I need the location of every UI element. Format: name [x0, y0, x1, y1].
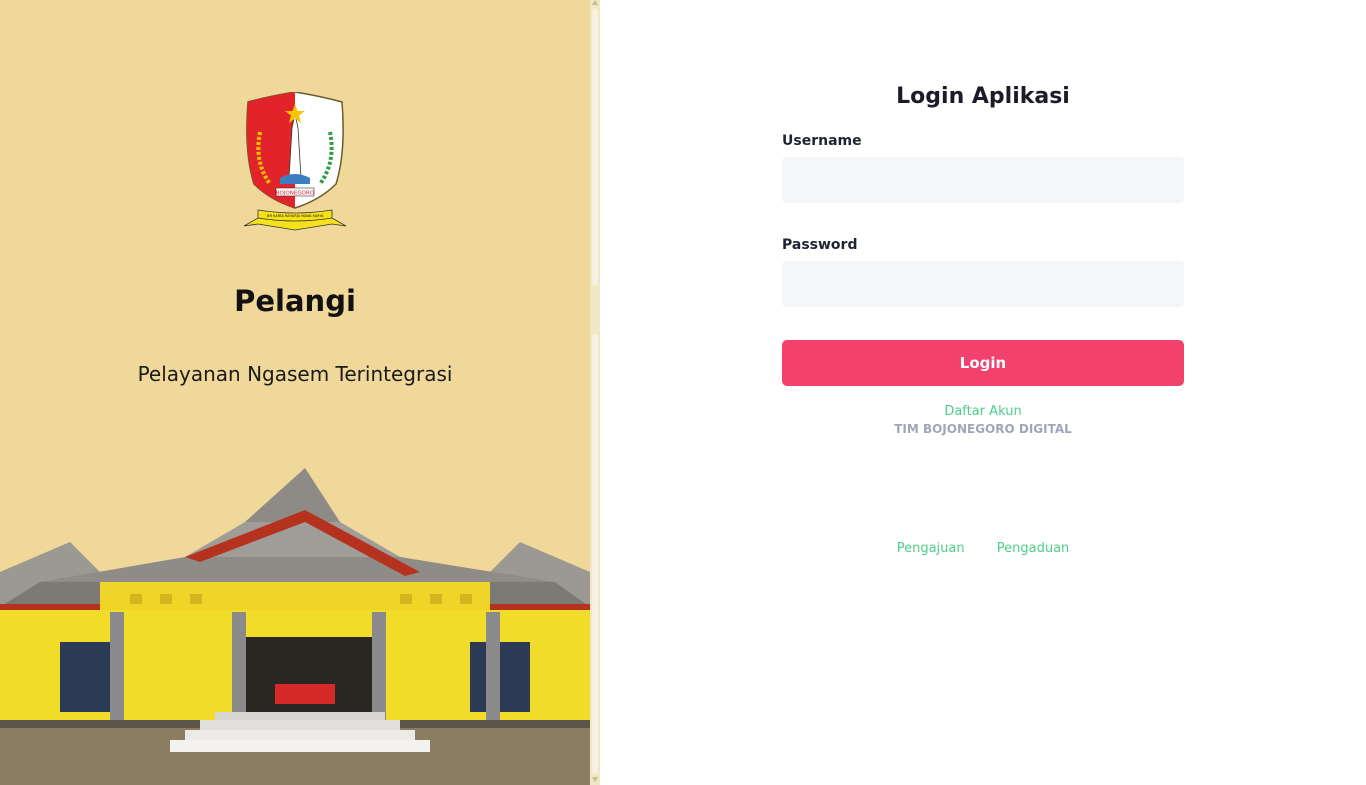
register-link[interactable]: Daftar Akun	[782, 404, 1184, 419]
brand-panel: BOJONEGORO JER KARTA RAHARJA MAWA KARYA …	[0, 0, 600, 785]
footer-link-pengajuan[interactable]: Pengajuan	[897, 541, 965, 556]
scroll-thumb[interactable]	[592, 8, 598, 286]
login-page: BOJONEGORO JER KARTA RAHARJA MAWA KARYA …	[0, 0, 1366, 785]
username-input[interactable]	[782, 157, 1184, 203]
username-label: Username	[782, 133, 862, 149]
scroll-down-icon[interactable]	[592, 777, 598, 782]
logo-text: BOJONEGORO	[276, 191, 315, 197]
scroll-up-icon[interactable]	[592, 0, 598, 5]
login-button[interactable]: Login	[782, 340, 1184, 386]
app-tagline: Pelayanan Ngasem Terintegrasi	[137, 362, 453, 386]
footer-link-pengaduan[interactable]: Pengaduan	[997, 541, 1070, 556]
scroll-track	[592, 334, 598, 774]
username-group: Username	[782, 133, 1184, 203]
logo-ribbon-text: JER KARTA RAHARJA MAWA KARYA	[266, 214, 325, 218]
panel-scrollbar[interactable]	[590, 0, 600, 785]
pendopo-building-image	[0, 462, 590, 785]
password-group: Password	[782, 237, 1184, 307]
footer-links: Pengajuan Pengaduan	[782, 541, 1184, 556]
bojonegoro-logo: BOJONEGORO JER KARTA RAHARJA MAWA KARYA	[243, 92, 347, 231]
password-label: Password	[782, 237, 858, 253]
login-form: Login Aplikasi Username Password Login D…	[782, 84, 1184, 436]
team-credit: TIM BOJONEGORO DIGITAL	[894, 422, 1072, 436]
login-title: Login Aplikasi	[896, 84, 1070, 109]
password-input[interactable]	[782, 261, 1184, 307]
app-name: Pelangi	[234, 284, 356, 318]
